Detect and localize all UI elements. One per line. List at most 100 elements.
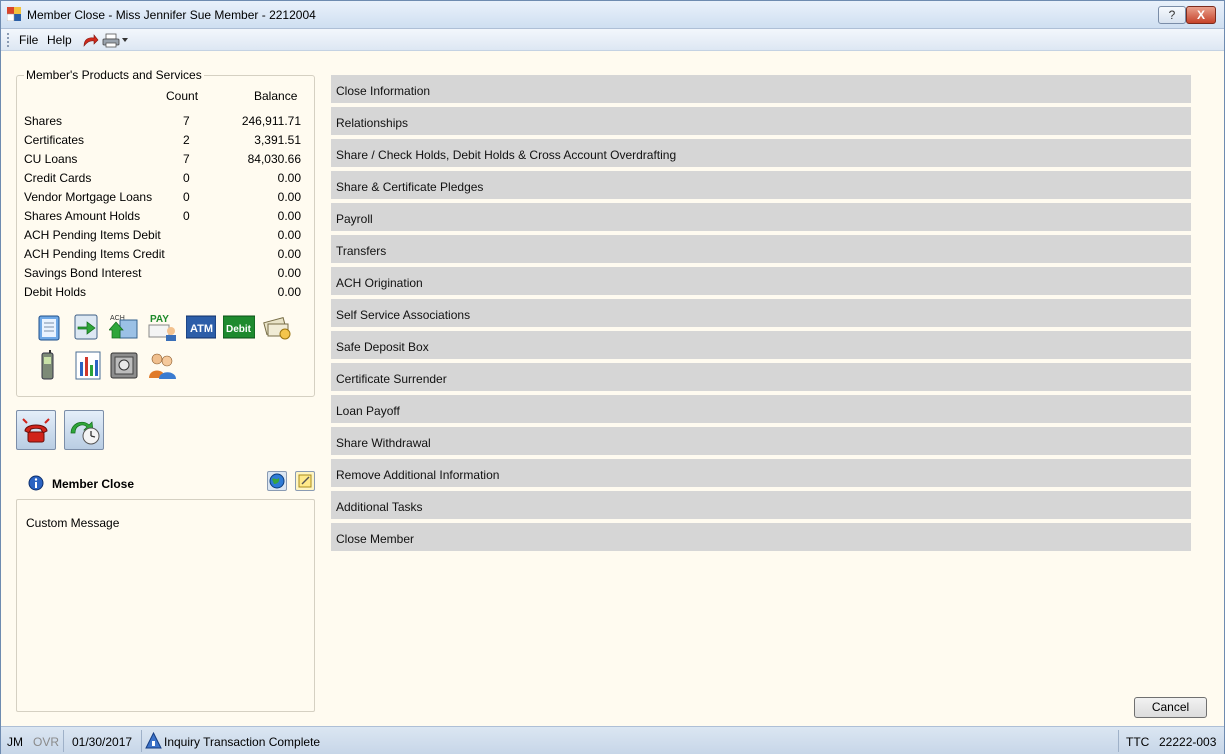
product-row[interactable]: Debit Holds 0.00 (24, 285, 304, 304)
product-name: ACH Pending Items Debit (24, 228, 161, 242)
task-label: Relationships (336, 116, 409, 130)
note-icon (298, 474, 312, 488)
product-name: Certificates (24, 133, 85, 147)
atm-icon[interactable]: ATM (186, 314, 216, 340)
task-label: Additional Tasks (336, 500, 423, 514)
print-dropdown-arrow[interactable] (122, 38, 128, 42)
help-button[interactable]: ? (1158, 6, 1186, 24)
globe-button[interactable] (267, 471, 287, 491)
task-payroll[interactable]: Payroll (331, 203, 1191, 233)
globe-icon (269, 473, 285, 489)
task-label: Certificate Surrender (336, 372, 447, 386)
product-name: Vendor Mortgage Loans (24, 190, 153, 204)
task-self-service[interactable]: Self Service Associations (331, 299, 1191, 329)
product-name: Debit Holds (24, 285, 87, 299)
status-overwrite-mode: OVR (33, 735, 60, 749)
menu-bar: File Help (1, 29, 1224, 51)
title-bar: Member Close - Miss Jennifer Sue Member … (1, 1, 1224, 29)
status-divider (1118, 730, 1119, 752)
task-label: Share / Check Holds, Debit Holds & Cross… (336, 148, 677, 162)
mobile-phone-icon[interactable] (36, 350, 60, 380)
status-ttc-code: 22222-003 (1159, 735, 1217, 749)
product-balance: 0.00 (277, 266, 301, 280)
close-button[interactable]: X (1186, 6, 1216, 24)
task-label: Payroll (336, 212, 373, 226)
task-certificate-surrender[interactable]: Certificate Surrender (331, 363, 1191, 393)
custom-message-box: Custom Message (16, 499, 315, 712)
task-label: Safe Deposit Box (336, 340, 429, 354)
menu-help[interactable]: Help (47, 33, 72, 47)
safe-icon[interactable] (109, 350, 139, 380)
product-name: Shares (24, 114, 63, 128)
refresh-clock-icon (70, 421, 100, 445)
history-clock-button[interactable] (64, 410, 104, 450)
product-name: ACH Pending Items Credit (24, 247, 165, 261)
task-pledges[interactable]: Share & Certificate Pledges (331, 171, 1191, 201)
task-label: Close Member (336, 532, 415, 546)
debit-icon[interactable]: Debit (223, 314, 255, 340)
note-button[interactable] (295, 471, 315, 491)
task-safe-deposit-box[interactable]: Safe Deposit Box (331, 331, 1191, 361)
status-divider (63, 730, 64, 752)
status-divider (141, 730, 142, 752)
product-name: CU Loans (24, 152, 78, 166)
product-balance: 0.00 (277, 285, 301, 299)
product-row[interactable]: Savings Bond Interest 0.00 (24, 266, 304, 285)
product-row[interactable]: Shares Amount Holds 0 0.00 (24, 209, 304, 228)
product-balance: 0.00 (277, 171, 301, 185)
info-icon (28, 475, 44, 491)
call-phone-button[interactable] (16, 410, 56, 450)
svg-text:ATM: ATM (190, 323, 213, 335)
product-balance: 246,911.71 (241, 114, 301, 128)
status-message: Inquiry Transaction Complete (164, 735, 321, 749)
member-close-window: Member Close - Miss Jennifer Sue Member … (0, 0, 1225, 754)
task-loan-payoff[interactable]: Loan Payoff (331, 395, 1191, 425)
window-title: Member Close - Miss Jennifer Sue Member … (27, 8, 316, 22)
menu-file[interactable]: File (19, 33, 38, 47)
toolbar-grip (7, 33, 9, 47)
bar-chart-icon[interactable] (73, 350, 103, 380)
task-relationships[interactable]: Relationships (331, 107, 1191, 137)
transaction-icon (145, 732, 162, 749)
task-transfers[interactable]: Transfers (331, 235, 1191, 265)
svg-text:Debit: Debit (226, 324, 252, 335)
task-label: Transfers (336, 244, 387, 258)
product-row[interactable]: ACH Pending Items Debit 0.00 (24, 228, 304, 247)
products-title: Member's Products and Services (24, 68, 204, 82)
task-label: Loan Payoff (336, 404, 400, 418)
people-icon[interactable] (147, 350, 177, 380)
cancel-button[interactable]: Cancel (1134, 697, 1207, 718)
transfer-in-icon[interactable] (71, 312, 101, 342)
product-count: 0 (183, 171, 190, 185)
product-row[interactable]: Shares 7 246,911.71 (24, 114, 304, 133)
ach-icon[interactable]: ACH (109, 312, 139, 342)
task-ach-origination[interactable]: ACH Origination (331, 267, 1191, 297)
product-row[interactable]: CU Loans 7 84,030.66 (24, 152, 304, 171)
product-count: 7 (183, 152, 190, 166)
product-count: 0 (183, 190, 190, 204)
status-bar: JM OVR 01/30/2017 Inquiry Transaction Co… (1, 726, 1224, 754)
printer-icon[interactable] (102, 33, 120, 48)
notepad-icon[interactable] (34, 312, 64, 342)
task-close-information[interactable]: Close Information (331, 75, 1191, 105)
check-deposit-icon[interactable] (262, 312, 292, 342)
red-phone-icon (22, 418, 50, 443)
svg-text:PAY: PAY (150, 314, 169, 325)
payroll-icon[interactable]: PAY (148, 312, 178, 342)
task-remove-additional-info[interactable]: Remove Additional Information (331, 459, 1191, 489)
product-balance: 0.00 (277, 209, 301, 223)
product-balance: 0.00 (277, 190, 301, 204)
task-label: Remove Additional Information (336, 468, 500, 482)
app-icon (7, 7, 21, 21)
task-share-withdrawal[interactable]: Share Withdrawal (331, 427, 1191, 457)
product-row[interactable]: Credit Cards 0 0.00 (24, 171, 304, 190)
task-label: Share Withdrawal (336, 436, 431, 450)
status-date: 01/30/2017 (72, 735, 133, 749)
product-row[interactable]: Vendor Mortgage Loans 0 0.00 (24, 190, 304, 209)
task-close-member[interactable]: Close Member (331, 523, 1191, 553)
redo-icon[interactable] (81, 32, 99, 48)
product-row[interactable]: ACH Pending Items Credit 0.00 (24, 247, 304, 266)
product-row[interactable]: Certificates 2 3,391.51 (24, 133, 304, 152)
task-holds-overdrafting[interactable]: Share / Check Holds, Debit Holds & Cross… (331, 139, 1191, 169)
task-additional-tasks[interactable]: Additional Tasks (331, 491, 1191, 521)
